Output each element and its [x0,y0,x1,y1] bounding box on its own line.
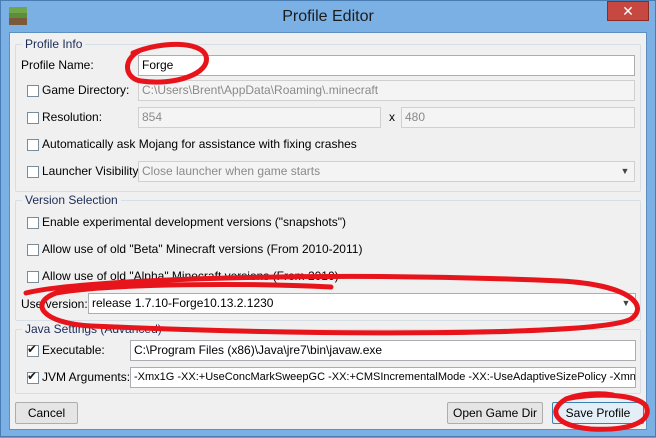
resolution-checkbox[interactable] [27,112,39,124]
launcher-visibility-checkbox[interactable] [27,166,39,178]
use-version-select[interactable]: release 1.7.10-Forge10.13.2.1230 ▼ [88,293,636,314]
auto-ask-mojang-checkbox[interactable] [27,139,39,151]
save-profile-button[interactable]: Save Profile [552,402,644,424]
profile-info-legend: Profile Info [22,37,86,51]
auto-ask-mojang-label: Automatically ask Mojang for assistance … [42,137,357,151]
alpha-versions-checkbox[interactable] [27,271,39,283]
launcher-visibility-label: Launcher Visibility: [42,164,142,178]
chevron-down-icon: ▼ [620,166,630,176]
java-settings-legend: Java Settings (Advanced) [22,322,165,336]
open-game-dir-button[interactable]: Open Game Dir [447,402,543,424]
beta-versions-label: Allow use of old "Beta" Minecraft versio… [42,242,363,256]
jvm-arguments-input[interactable]: -Xmx1G -XX:+UseConcMarkSweepGC -XX:+CMSI… [130,367,636,388]
resolution-label: Resolution: [42,110,103,124]
close-button[interactable]: ✕ [607,1,649,21]
profile-name-label: Profile Name: [21,58,94,72]
version-selection-legend: Version Selection [22,193,121,207]
executable-input[interactable]: C:\Program Files (x86)\Java\jre7\bin\jav… [130,340,636,361]
game-directory-checkbox[interactable] [27,85,39,97]
executable-label: Executable: [42,343,105,357]
jvm-arguments-label: JVM Arguments: [42,370,131,384]
jvm-arguments-checkbox[interactable] [27,369,39,384]
game-directory-input[interactable]: C:\Users\Brent\AppData\Roaming\.minecraf… [138,80,635,101]
use-version-value: release 1.7.10-Forge10.13.2.1230 [92,296,274,310]
resolution-separator: x [389,110,395,124]
version-selection-group: Version Selection Enable experimental de… [15,193,641,321]
resolution-width-input[interactable]: 854 [138,107,381,128]
profile-info-group: Profile Info Profile Name: Forge Game Di… [15,37,641,192]
beta-versions-checkbox[interactable] [27,244,39,256]
launcher-visibility-value: Close launcher when game starts [142,164,321,178]
game-directory-label: Game Directory: [42,83,130,97]
use-version-label: Use version: [21,297,88,311]
profile-editor-window: Profile Editor ✕ Profile Info Profile Na… [0,0,656,437]
alpha-versions-label: Allow use of old "Alpha" Minecraft versi… [42,269,339,283]
cancel-button[interactable]: Cancel [15,402,78,424]
dialog-client-area: Profile Info Profile Name: Forge Game Di… [9,32,647,430]
launcher-visibility-select[interactable]: Close launcher when game starts ▼ [138,161,635,182]
snapshots-label: Enable experimental development versions… [42,215,347,229]
window-title: Profile Editor [282,8,374,25]
resolution-height-input[interactable]: 480 [401,107,635,128]
profile-name-input[interactable]: Forge [138,55,635,76]
java-settings-group: Java Settings (Advanced) Executable: C:\… [15,322,641,394]
snapshots-checkbox[interactable] [27,217,39,229]
chevron-down-icon: ▼ [621,298,631,308]
executable-checkbox[interactable] [27,342,39,357]
title-bar[interactable]: Profile Editor ✕ [1,1,655,33]
